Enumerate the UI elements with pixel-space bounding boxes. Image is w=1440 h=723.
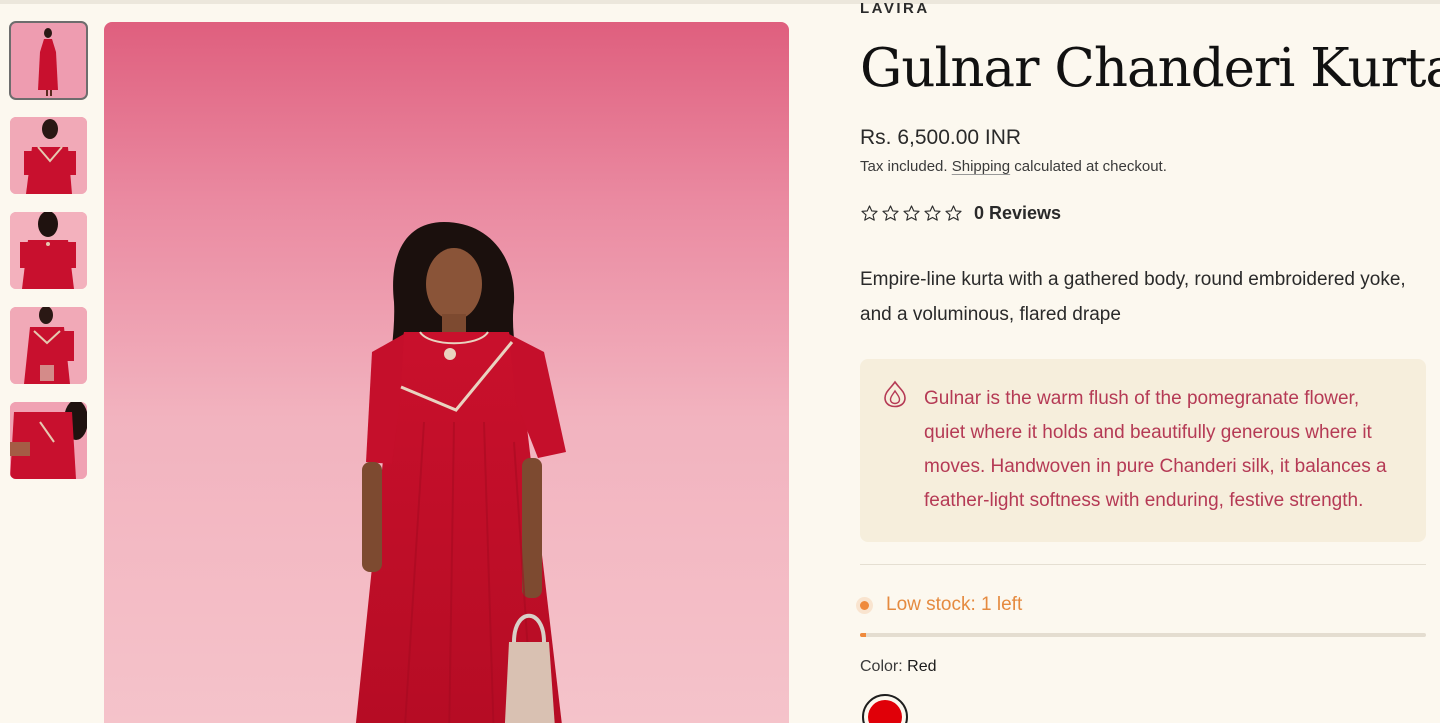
star-icon [903, 205, 920, 221]
shipping-link[interactable]: Shipping [952, 158, 1010, 175]
section-divider [860, 564, 1426, 565]
star-icon [924, 205, 941, 221]
stock-status: Low stock: 1 left [860, 594, 1022, 616]
thumbnail-3[interactable] [10, 212, 87, 289]
color-selector-label: Color: Red [860, 658, 937, 676]
thumbnail-1-image [10, 22, 87, 99]
product-description: Empire-line kurta with a gathered body, … [860, 269, 1406, 325]
thumbnail-5[interactable] [10, 402, 87, 479]
top-border [0, 0, 1440, 4]
stock-progress-fill [860, 633, 866, 637]
thumbnail-gallery [9, 21, 88, 497]
thumbnail-4[interactable] [10, 307, 87, 384]
thumbnail-1[interactable] [9, 21, 88, 100]
stock-progress-bar [860, 633, 1426, 637]
color-swatch-fill [868, 700, 902, 723]
tax-note: Tax included. Shipping calculated at che… [860, 158, 1167, 175]
main-product-image[interactable] [104, 22, 789, 723]
tax-suffix: calculated at checkout. [1014, 158, 1167, 175]
thumbnail-5-image [10, 402, 87, 479]
brand-name[interactable]: LAVIRA [860, 0, 930, 17]
stock-indicator-dot [860, 600, 869, 610]
rating-row[interactable]: 0 Reviews [860, 203, 1061, 224]
color-label: Color: [860, 658, 903, 675]
thumbnail-2[interactable] [10, 117, 87, 194]
product-price: Rs. 6,500.00 INR [860, 126, 1022, 149]
color-swatch-red[interactable] [862, 694, 908, 723]
product-title: Gulnar Chanderi Kurta [860, 38, 1440, 99]
star-rating [860, 204, 963, 223]
star-icon [945, 205, 962, 221]
star-icon [882, 205, 899, 221]
story-callout: Gulnar is the warm flush of the pomegran… [860, 359, 1426, 542]
color-value: Red [907, 658, 937, 675]
star-icon [861, 205, 878, 221]
model-illustration [355, 222, 566, 723]
thumbnail-2-image [10, 117, 87, 194]
stock-text: Low stock: 1 left [886, 594, 1023, 615]
reviews-count[interactable]: 0 Reviews [974, 203, 1061, 224]
thumbnail-3-image [10, 212, 87, 289]
thumbnail-4-image [10, 307, 87, 384]
tax-prefix: Tax included. [860, 158, 948, 175]
story-text: Gulnar is the warm flush of the pomegran… [924, 388, 1387, 511]
flame-drop-icon [884, 380, 906, 408]
